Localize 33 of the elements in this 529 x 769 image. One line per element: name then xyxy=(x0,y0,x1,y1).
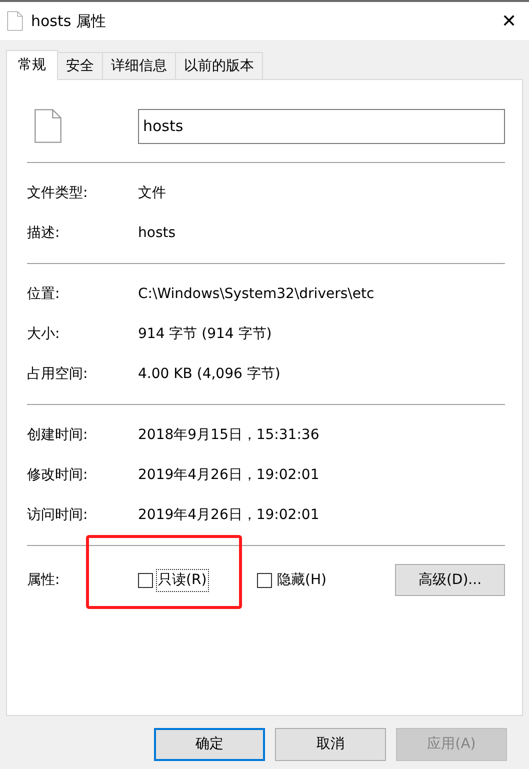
field-value: hosts xyxy=(138,224,176,242)
checkbox[interactable] xyxy=(138,572,153,588)
file-icon xyxy=(7,11,23,31)
attributes-label: 属性: xyxy=(27,570,61,590)
field-label: 访问时间: xyxy=(27,506,89,524)
close-button[interactable]: ✕ xyxy=(495,7,523,35)
tab[interactable]: 安全 xyxy=(58,52,103,79)
field-value: 文件 xyxy=(138,184,166,202)
advanced-button[interactable]: 高级(D)... xyxy=(395,564,505,596)
field-label: 占用空间: xyxy=(27,364,89,384)
tab[interactable]: 常规 xyxy=(6,50,58,80)
field-value: 2019年4月26日，19:02:01 xyxy=(138,506,320,524)
tab[interactable]: 详细信息 xyxy=(103,52,176,79)
field-value: C:\Windows\System32\drivers\etc xyxy=(138,284,374,304)
checkbox-label[interactable]: 只读(R) xyxy=(156,568,209,592)
checkbox-label[interactable]: 隐藏(H) xyxy=(275,568,328,592)
tab[interactable]: 以前的版本 xyxy=(176,52,263,79)
field-label: 位置: xyxy=(27,284,61,304)
window-title: hosts 属性 xyxy=(31,10,106,32)
field-value: 4.00 KB (4,096 字节) xyxy=(138,364,280,384)
file-icon xyxy=(34,108,62,144)
field-label: 修改时间: xyxy=(27,466,89,484)
field-value: 2018年9月15日，15:31:36 xyxy=(138,426,320,444)
file-name-field[interactable]: hosts xyxy=(138,108,505,144)
checkbox[interactable] xyxy=(257,572,272,588)
field-label: 大小: xyxy=(27,324,61,344)
dialog-button[interactable]: 取消 xyxy=(275,728,386,761)
field-label: 创建时间: xyxy=(27,426,89,444)
field-value: 914 字节 (914 字节) xyxy=(138,324,272,344)
dialog-button[interactable]: 确定 xyxy=(154,728,265,761)
field-value: 2019年4月26日，19:02:01 xyxy=(138,466,320,484)
field-label: 文件类型: xyxy=(27,184,89,202)
field-label: 描述: xyxy=(27,224,61,242)
